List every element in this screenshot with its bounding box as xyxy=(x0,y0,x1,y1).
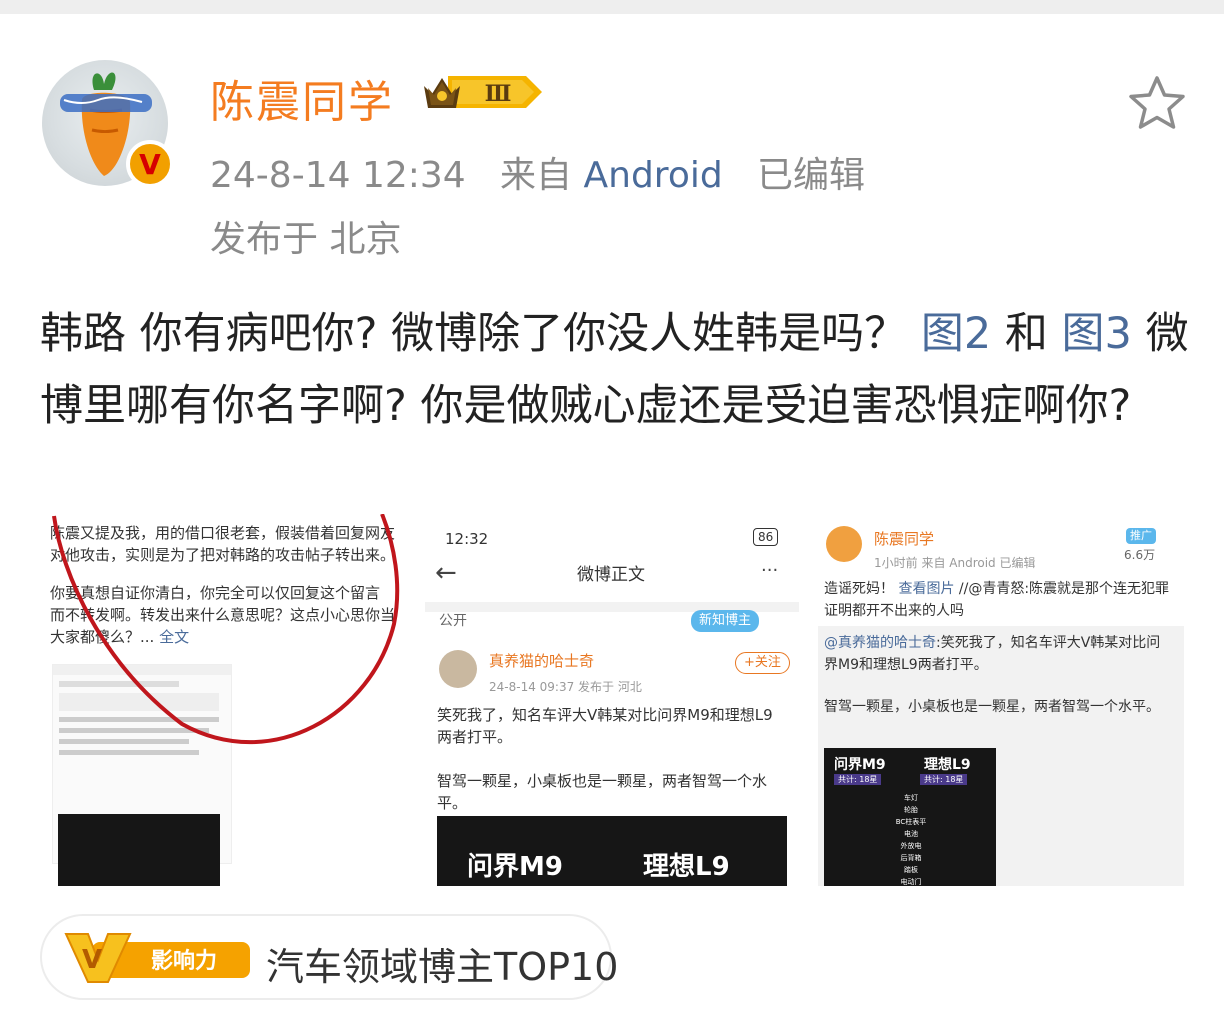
image-2-car-1: 问界M9 xyxy=(467,852,563,882)
post-text-2: 和 xyxy=(1004,309,1062,359)
image-3-quoted: @真养猫的哈士奇:笑死我了，知名车评大V韩某对比问界M9和理想L9两者打平。 智… xyxy=(818,626,1184,886)
post-datetime: 24-8-14 12:34 xyxy=(210,155,466,196)
influence-badge-pill[interactable]: V 影响力 汽车领域博主TOP10 xyxy=(40,914,618,1000)
post-body: 韩路 你有病吧你? 微博除了你没人姓韩是吗？ 图2 和 图3 微博里哪有你名字啊… xyxy=(40,298,1190,442)
image-3-meta: 1小时前 来自 Android 已编辑 xyxy=(874,556,1036,570)
influence-label: 汽车领域博主TOP10 xyxy=(266,945,619,989)
image-3-total-1: 共计: 18星 xyxy=(834,774,882,785)
image-3-row: 轮胎 xyxy=(904,806,918,814)
post-text-1: 韩路 你有病吧你? 微博除了你没人姓韩是吗？ xyxy=(40,309,908,359)
member-level-badge[interactable]: Ⅲ xyxy=(418,68,546,120)
top-divider xyxy=(0,0,1224,14)
image-3-car-comparison: 问界M9 理想L9 共计: 18星 共计: 18星 车灯 轮胎 BC柱表平 电池… xyxy=(824,748,996,886)
image-3-total-2: 共计: 18星 xyxy=(920,774,968,785)
author-name[interactable]: 陈震同学 xyxy=(210,66,394,130)
image-2-title: 微博正文 xyxy=(577,565,645,585)
image-3-view-images: 查看图片 xyxy=(898,581,955,597)
image-3-rows: 车灯 轮胎 BC柱表平 电池 外放电 后背箱 踏板 电动门 xyxy=(884,792,938,886)
member-level-text: Ⅲ xyxy=(485,81,512,107)
image-3-author: 陈震同学 xyxy=(874,530,935,548)
image-3-row: 踏板 xyxy=(904,866,918,874)
post-image-1[interactable]: 陈震又提及我，用的借口很老套，假装借着回复网友 对他攻击，实则是为了把对韩路的攻… xyxy=(42,514,406,886)
image-2-time: 12:32 xyxy=(445,530,489,548)
influence-v-letter: V xyxy=(82,945,102,975)
post-source-link[interactable]: Android xyxy=(584,155,723,196)
star-icon xyxy=(1129,76,1185,129)
location-value: 北京 xyxy=(329,219,402,260)
source-prefix: 来自 xyxy=(500,155,573,196)
image-2-link[interactable]: 图2 xyxy=(921,309,991,359)
post-image-3[interactable]: 陈震同学 1小时前 来自 Android 已编辑 推广 6.6万 造谣死妈！ 查… xyxy=(818,514,1184,886)
more-icon: ··· xyxy=(761,560,779,581)
favorite-button[interactable] xyxy=(1126,74,1188,132)
image-3-text: 造谣死妈！ 查看图片 //@青青怒:陈震就是那个连无犯罪证明都开不出来的人吗 xyxy=(824,578,1180,622)
image-2-battery: 86 xyxy=(753,528,779,546)
image-3-row: 电池 xyxy=(904,830,918,838)
crown-icon: Ⅲ xyxy=(424,76,542,108)
edited-label[interactable]: 已编辑 xyxy=(757,155,865,196)
image-2-public: 公开 xyxy=(439,613,467,629)
red-circle-annotation xyxy=(52,514,400,744)
post-image-2[interactable]: 12:32 86 ← 微博正文 ··· 公开 新知博主 真养猫的哈士奇 +关注 … xyxy=(425,514,799,886)
image-2-car-2: 理想L9 xyxy=(643,852,730,882)
image-3-row: 电动门 xyxy=(900,878,922,886)
image-2-statusbar: 12:32 86 ← 微博正文 ··· xyxy=(425,514,799,602)
image-3-row: BC柱表平 xyxy=(895,818,927,826)
image-3-row: 后背箱 xyxy=(900,854,922,862)
image-3-car-1: 问界M9 xyxy=(834,757,886,773)
location-prefix: 发布于 xyxy=(210,219,319,260)
image-2-text-1: 笑死我了，知名车评大V韩某对比问界M9和理想L9两者打平。 xyxy=(437,706,773,746)
influence-badge-text: 影响力 xyxy=(151,948,217,974)
image-3-link[interactable]: 图3 xyxy=(1062,309,1132,359)
image-3-quoted-2: 智驾一颗星，小桌板也是一颗星，两者智驾一个水平。 xyxy=(824,699,1160,715)
image-3-row: 车灯 xyxy=(904,794,918,802)
image-2-meta: 24-8-14 09:37 发布于 河北 xyxy=(489,680,642,694)
image-3-avatar xyxy=(826,526,862,562)
image-2-author: 真养猫的哈士奇 xyxy=(489,652,595,670)
image-3-main-text: 造谣死妈！ xyxy=(824,581,894,597)
image-2-text-2: 智驾一颗星，小桌板也是一颗星，两者智驾一个水平。 xyxy=(437,772,768,812)
image-2-avatar xyxy=(439,650,477,688)
image-3-quoted-author: @真养猫的哈士奇 xyxy=(824,635,936,651)
image-3-promo: 推广 xyxy=(1126,528,1156,544)
influence-v-icon: V 影响力 xyxy=(64,933,250,983)
post-meta: 24-8-14 12:34 来自 Android 已编辑 xyxy=(210,146,865,198)
image-3-car-2: 理想L9 xyxy=(924,757,971,773)
back-arrow-icon: ← xyxy=(435,558,457,588)
image-2-follow: +关注 xyxy=(735,652,790,674)
image-3-row: 外放电 xyxy=(900,842,922,850)
image-2-badge: 新知博主 xyxy=(691,610,760,632)
image-3-views: 6.6万 xyxy=(1124,548,1156,562)
verified-mark: V xyxy=(139,147,161,181)
post-location: 发布于 北京 xyxy=(210,210,401,262)
verified-badge-icon: V xyxy=(126,140,174,188)
image-2-car-comparison: 问界M9 理想L9 xyxy=(437,816,787,886)
